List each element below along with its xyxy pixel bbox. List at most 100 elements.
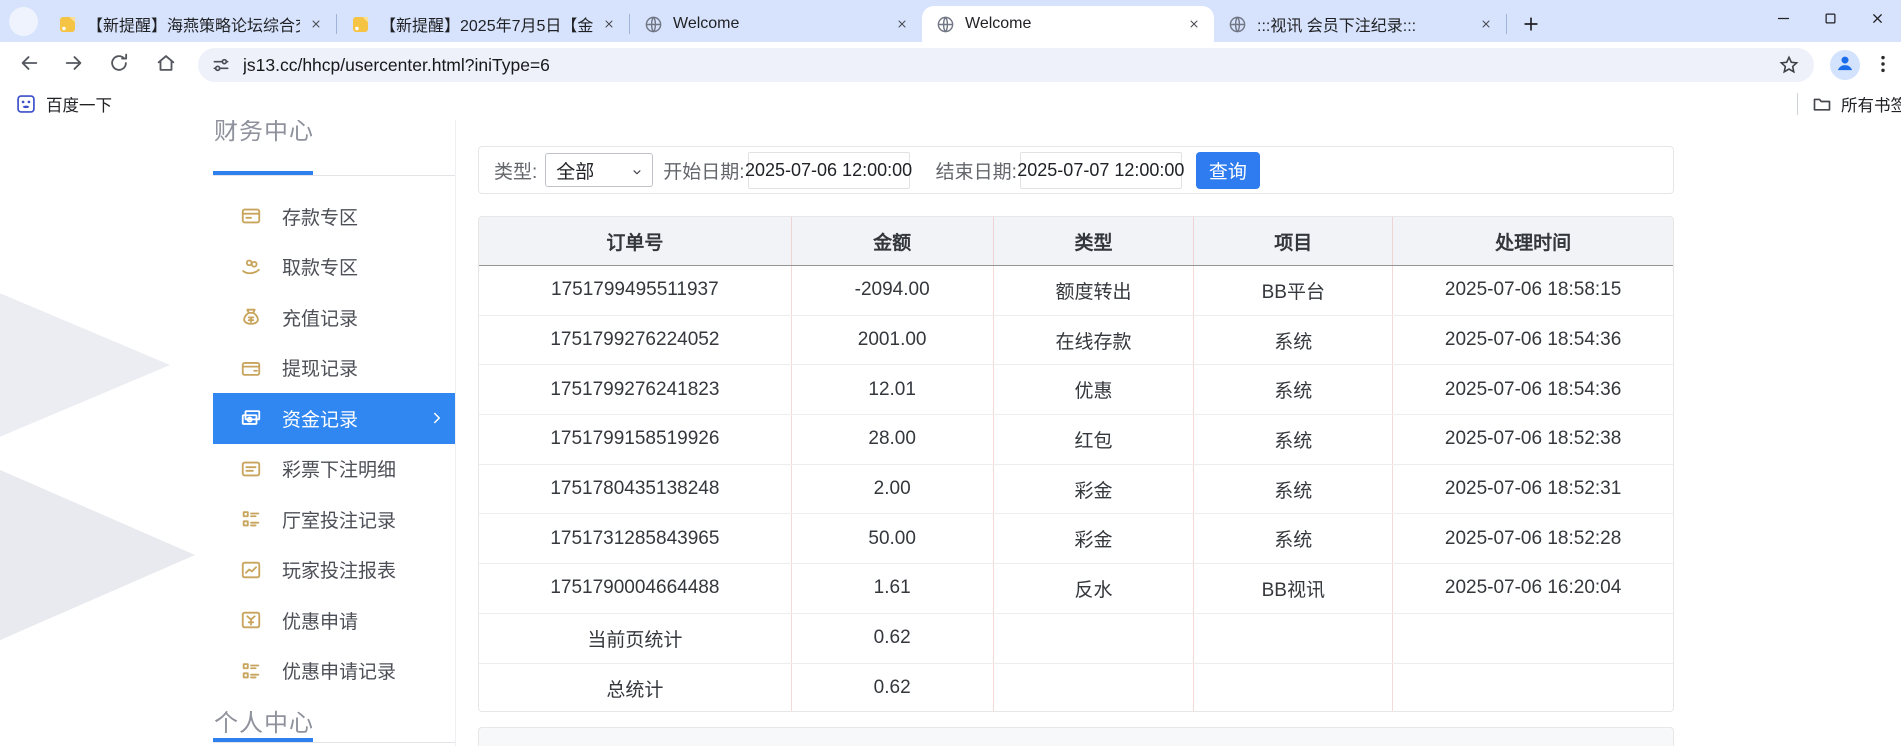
menu-icon [1872,55,1894,79]
start-date-input[interactable]: 2025-07-06 12:00:00 [745,151,912,189]
sidebar-item[interactable]: 充值记录 [213,292,455,343]
table-cell: 系统 [1193,315,1392,365]
home-button[interactable] [154,53,178,77]
table-cell: 1.61 [790,564,993,613]
sidebar-item[interactable]: 存款专区 [213,191,455,242]
table-cell: 2025-07-06 18:52:28 [1392,514,1673,564]
column-header: 订单号 [606,232,664,254]
folder-icon [1812,94,1832,114]
browser-tab[interactable]: 【新提醒】2025年7月5日【金 [337,6,629,42]
table-body: 1751799495511937 -2094.00 额度转出 BB平台 2025-07-… [479,266,1673,711]
table-cell: 50.00 [790,514,993,564]
table-cell: -2094.00 [790,266,993,315]
start-date-label: 开始日期: [663,161,745,183]
table-cell: 1751780435138248 [550,478,720,500]
reload-icon [108,52,130,79]
table-cell: 彩金 [992,514,1194,564]
table-cell: 2.00 [790,464,993,514]
table-cell: 优惠 [992,365,1194,415]
sidebar-item[interactable]: 提现记录 [213,343,455,394]
sidebar: 财务中心 存款专区 取款专区 充值记录 提现记录 资金记录 彩票下注明细 厅室投… [213,120,456,746]
browser-tab[interactable]: :::视讯 会员下注纪录::: [1214,6,1506,42]
search-button[interactable]: 查询 [1195,151,1260,189]
sidebar-item-label: 优惠申请 [282,611,359,633]
sidebar-item[interactable]: 优惠申请 [213,595,455,646]
tab-title: Welcome [673,15,740,32]
sidebar-item[interactable]: 优惠申请记录 [213,646,455,697]
minimize-button[interactable] [1760,0,1807,42]
tab-close-button[interactable] [306,14,326,34]
table-cell: BB视讯 [1193,564,1392,613]
tab-strip: 【新提醒】海燕策略论坛综合交 【新提醒】2025年7月5日【金 Welcome … [0,0,1901,42]
sidebar-item[interactable]: 彩票下注明细 [213,444,455,495]
table-cell: 当前页统计 [587,629,683,651]
back-button[interactable] [17,53,41,77]
table-row: 当前页统计 0.62 [479,613,1673,664]
column-header: 类型 [992,217,1194,265]
table-cell: 2025-07-06 18:58:15 [1392,266,1673,315]
tab-close-button[interactable] [1184,14,1204,34]
browser-tab[interactable]: Welcome [922,6,1214,42]
hall-bet-icon [240,508,262,530]
bookmark-star-button[interactable] [1778,54,1800,76]
section-title: 个人中心 [214,710,314,737]
type-select-value: 全部 [556,161,595,183]
sidebar-item-label: 玩家投注报表 [282,561,397,583]
browser-menu-button[interactable] [1872,53,1896,77]
sidebar-item-label: 提现记录 [282,359,359,381]
end-date-input[interactable]: 2025-07-07 12:00:00 [1017,151,1184,189]
maximize-button[interactable] [1807,0,1854,42]
tab-title: :::视讯 会员下注纪录::: [1257,18,1417,35]
globe-icon [936,15,955,34]
url-text[interactable]: js13.cc/hhcp/usercenter.html?iniType=6 [243,55,1778,76]
table-cell: 彩金 [992,464,1194,514]
minimize-icon [1776,11,1791,31]
tab-close-button[interactable] [599,14,619,34]
tab-close-button[interactable] [892,14,912,34]
home-icon [155,52,177,79]
new-tab-button[interactable] [1517,10,1545,38]
type-select[interactable]: 全部 [545,153,654,187]
filter-bar: 类型: 全部 开始日期: 2025-07-06 12:00:00 结束日期: 2… [478,146,1674,194]
table-cell: 额度转出 [992,266,1194,315]
table-cell: 系统 [1193,464,1392,514]
withdraw-record-icon [240,357,262,379]
close-window-button[interactable] [1854,0,1901,42]
all-bookmarks-button[interactable]: 所有书签 [1812,91,1901,117]
player-report-icon [240,559,262,581]
browser-tab[interactable]: Welcome [630,6,922,42]
chevron-down-icon [630,163,644,177]
sidebar-item-label: 存款专区 [282,207,359,229]
deposit-card-icon [240,205,262,227]
funds-record-icon [240,407,262,429]
bookmarks-divider [1797,93,1798,115]
sidebar-item[interactable]: 资金记录 [213,393,455,444]
end-date-label: 结束日期: [935,161,1017,183]
tab-search-button[interactable] [9,7,42,42]
forward-button[interactable] [62,53,86,77]
address-bar[interactable]: js13.cc/hhcp/usercenter.html?iniType=6 [198,48,1814,82]
sidebar-item[interactable]: 厅室投注记录 [213,494,455,545]
table-cell: 系统 [1193,415,1392,464]
bookmark-label: 百度一下 [46,97,112,115]
pagination-panel [478,727,1674,746]
table-cell [992,663,1194,711]
tab-divider [1506,14,1507,34]
watermark-shape [0,270,173,460]
table-cell: 系统 [1193,514,1392,564]
bookmark-baidu[interactable]: 百度一下 [16,91,112,117]
sidebar-item[interactable]: 玩家投注报表 [213,545,455,596]
table-cell: 1751790004664488 [550,577,720,599]
lottery-detail-icon [240,458,262,480]
maximize-icon [1823,11,1838,31]
table-cell: 红包 [992,415,1194,464]
browser-tab[interactable]: 【新提醒】海燕策略论坛综合交 [44,6,336,42]
table-cell: 0.62 [790,613,993,663]
tab-close-button[interactable] [1476,14,1496,34]
table-row: 1751799276224052 2001.00 在线存款 系统 2025-07-06 … [479,315,1673,366]
site-info-icon[interactable] [211,55,231,75]
reload-button[interactable] [107,53,131,77]
section-underline [213,738,455,743]
sidebar-item[interactable]: 取款专区 [213,242,455,293]
profile-avatar[interactable] [1830,50,1860,80]
